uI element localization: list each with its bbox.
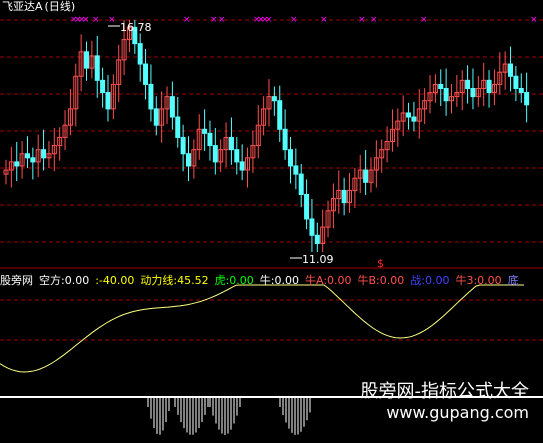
signal-x-icon: ×	[218, 15, 226, 25]
indicator-value-0: 空方:0.00	[39, 274, 90, 287]
indicator-value-1: :-40.00	[95, 274, 135, 287]
indicator-value-3: 虎:0.00	[214, 274, 254, 287]
signal-x-icon: ×	[290, 15, 298, 25]
chart-title: 飞亚达A (日线)	[2, 1, 75, 13]
indicator-bar: 股旁网 空方:0.00 :-40.00 动力线:45.52 虎:0.00 牛:0.00 牛A…	[0, 275, 525, 287]
candle-body	[293, 165, 299, 175]
indicator-value-6: 牛B:0.00	[357, 274, 405, 287]
power-line	[0, 284, 524, 373]
candle-body	[169, 96, 175, 118]
candle-body	[105, 92, 111, 110]
candle-body	[185, 153, 191, 167]
candle-body	[518, 87, 524, 94]
candle-body	[277, 100, 283, 130]
candle-body	[148, 83, 154, 110]
chart-window[interactable]: × × × × × × × × × × × × × × × × × × × 飞亚达A (日线) 16.78 11.09…	[0, 0, 543, 443]
indicator-value-5: 牛A:0.00	[304, 274, 352, 287]
candle-body	[202, 128, 208, 134]
price-min-label: 11.09	[302, 254, 334, 266]
price-min-value: 11.09	[302, 253, 334, 266]
signal-x-icon: ×	[265, 15, 273, 25]
signal-marker: $	[377, 257, 384, 270]
candle-body	[14, 161, 20, 167]
signal-x-icon: ×	[320, 15, 328, 25]
candle-body	[287, 149, 293, 167]
candle-body	[282, 128, 288, 151]
candle-body	[309, 218, 315, 236]
signal-x-icon: ×	[92, 15, 100, 25]
candle-body	[24, 153, 30, 159]
watermark: 股旁网-指标公式大全 www.gupang.com	[361, 381, 530, 423]
candle-body	[84, 51, 90, 69]
candle-body	[137, 43, 143, 65]
candle-body	[513, 75, 519, 89]
indicator-value-8: 牛3:0.00	[455, 274, 502, 287]
stock-name: 飞亚达A	[2, 0, 43, 13]
signal-x-icon: ×	[370, 15, 378, 25]
candle-body	[175, 116, 181, 138]
signal-x-icon: ×	[183, 15, 191, 25]
indicator-name: 股旁网	[0, 274, 33, 287]
candle-body	[239, 161, 245, 171]
candle-body	[438, 83, 444, 89]
price-max-value: 16.78	[120, 21, 152, 34]
signal-x-icon: ×	[108, 15, 116, 25]
signal-x-icon: ×	[358, 15, 366, 25]
price-max-label: 16.78	[120, 22, 152, 34]
candle-body	[411, 116, 417, 122]
candle-body	[212, 145, 218, 163]
candle-body	[271, 96, 277, 102]
indicator-value-4: 牛:0.00	[259, 274, 299, 287]
candle-body	[486, 79, 492, 94]
candle-body	[143, 63, 149, 85]
candle-body	[153, 108, 159, 126]
candle-body	[100, 79, 106, 94]
candle-body	[341, 189, 347, 204]
candle-body	[207, 132, 213, 147]
indicator-value-9: 底	[507, 274, 519, 287]
signal-x-icon: ×	[420, 15, 428, 25]
indicator-value-7: 战:0.00	[410, 274, 450, 287]
candle-body	[465, 79, 471, 89]
indicator-value-2: 动力线:45.52	[140, 274, 209, 287]
candle-body	[363, 169, 369, 183]
candle-body	[314, 234, 320, 244]
candle-body	[94, 55, 100, 81]
signal-x-icon: ×	[210, 15, 218, 25]
chart-canvas[interactable]: ×××× × × × × × ×××× × × × × × ×	[0, 0, 543, 443]
period-label: (日线)	[44, 0, 76, 13]
candle-body	[234, 149, 240, 163]
candle-body	[524, 92, 530, 106]
candle-body	[41, 149, 47, 159]
watermark-url: www.gupang.com	[386, 403, 529, 422]
candle-body	[30, 157, 36, 163]
candle-body	[228, 136, 234, 151]
signal-x-icon: ×	[530, 15, 538, 25]
candle-body	[406, 112, 412, 118]
watermark-title: 股旁网-指标公式大全	[360, 381, 530, 402]
candle-body	[470, 87, 476, 98]
candle-body	[180, 136, 186, 155]
candle-body	[443, 87, 449, 102]
signal-x-icon: ×	[82, 15, 90, 25]
candle-body	[304, 194, 310, 220]
candle-body	[508, 63, 514, 77]
candle-body	[298, 173, 304, 196]
